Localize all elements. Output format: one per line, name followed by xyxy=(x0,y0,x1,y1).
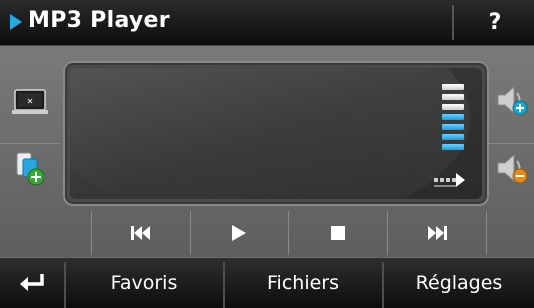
volume-bar xyxy=(442,124,464,130)
display-screen xyxy=(70,68,482,199)
skip-previous-icon xyxy=(131,226,150,240)
play-icon xyxy=(232,225,246,241)
output-button[interactable] xyxy=(432,170,468,194)
stop-icon xyxy=(331,226,345,240)
skip-next-icon xyxy=(428,226,447,240)
settings-button[interactable]: Réglages xyxy=(384,258,534,308)
previous-track-button[interactable] xyxy=(91,211,191,255)
add-media-icon xyxy=(16,152,45,185)
volume-bar xyxy=(442,114,464,120)
svg-text:✕: ✕ xyxy=(27,97,34,106)
next-track-button[interactable] xyxy=(388,211,487,255)
add-media-button[interactable] xyxy=(0,126,60,211)
volume-down-button[interactable] xyxy=(489,126,534,211)
play-button[interactable] xyxy=(190,211,289,255)
page-title: MP3 Player xyxy=(28,8,170,33)
monitor-icon: ✕ xyxy=(12,88,48,114)
volume-bar xyxy=(442,94,464,100)
volume-up-icon xyxy=(497,85,527,115)
stop-button[interactable] xyxy=(289,211,388,255)
volume-bar xyxy=(442,144,464,150)
divider xyxy=(452,5,454,40)
return-arrow-icon xyxy=(20,274,44,291)
screen-sheen xyxy=(70,68,470,199)
favorites-button[interactable]: Favoris xyxy=(66,258,222,308)
back-button[interactable] xyxy=(0,258,64,308)
help-button[interactable]: ? xyxy=(456,0,534,45)
volume-down-icon xyxy=(497,153,527,183)
play-indicator-icon xyxy=(10,14,22,30)
volume-bar xyxy=(442,104,464,110)
transport-controls xyxy=(63,210,489,256)
files-button[interactable]: Fichiers xyxy=(225,258,381,308)
volume-bar xyxy=(442,134,464,140)
output-arrow-icon xyxy=(434,173,465,187)
volume-indicator xyxy=(442,84,464,156)
volume-bar xyxy=(442,84,464,90)
